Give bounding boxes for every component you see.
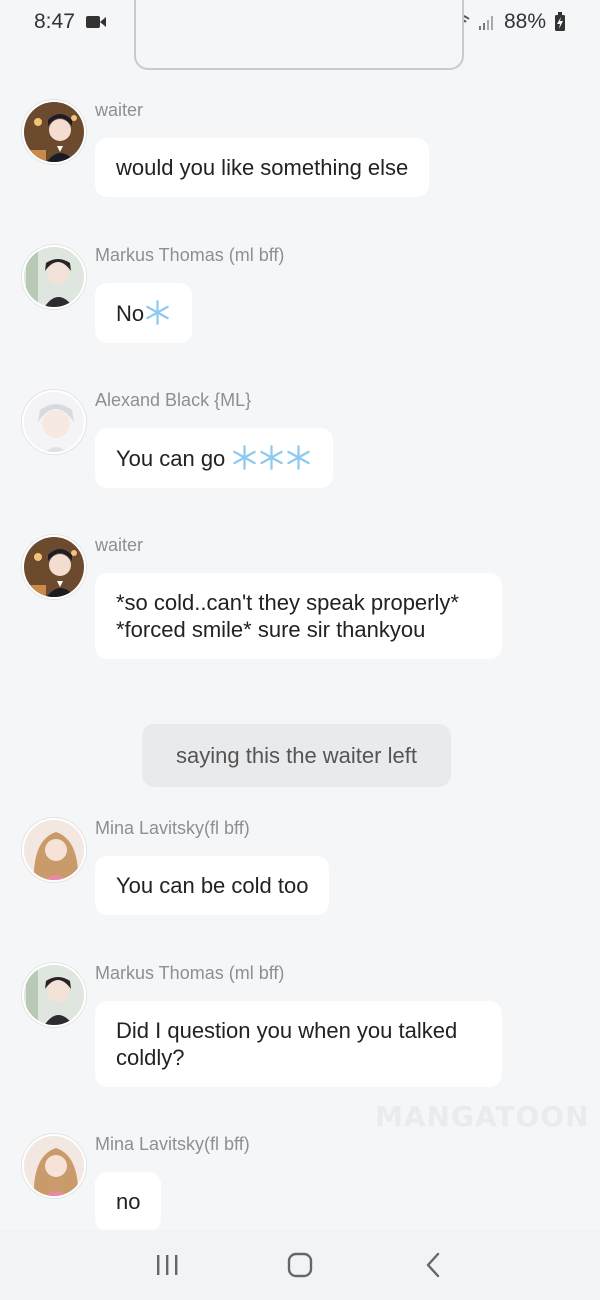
message-text: You can be cold too (116, 873, 309, 898)
sender-name: Alexand Black {ML} (95, 390, 252, 410)
waiter-avatar[interactable] (22, 535, 86, 599)
markus-avatar[interactable] (22, 245, 86, 309)
watermark: MANGATOON (375, 1100, 590, 1133)
sender-name: Mina Lavitsky(fl bff) (95, 818, 250, 838)
message-text: No (116, 301, 145, 326)
mina-avatar[interactable] (22, 818, 86, 882)
navigation-bar (0, 1230, 600, 1300)
home-button[interactable] (270, 1240, 330, 1290)
top-frame (134, 0, 464, 70)
back-icon (427, 1252, 440, 1278)
sender-name: waiter (95, 100, 144, 120)
message-bubble[interactable]: would you like something else (95, 138, 430, 197)
sender-name: Markus Thomas (ml bff) (95, 963, 285, 983)
message-text: *so cold..can't they speak properly* *fo… (116, 590, 459, 642)
message-bubble[interactable]: no (95, 1172, 162, 1231)
message-bubble[interactable]: You can be cold too (95, 856, 330, 915)
narration-text: saying this the waiter left (176, 742, 417, 768)
snowflake-icon (287, 445, 311, 470)
home-icon (287, 1252, 313, 1278)
snowflake-icon (233, 445, 257, 470)
status-time: 8:47 (34, 10, 75, 33)
markus-avatar[interactable] (22, 963, 86, 1027)
recent-apps-button[interactable] (137, 1240, 197, 1290)
message-text: Did I question you when you talked coldl… (116, 1018, 458, 1070)
message-bubble[interactable]: No (95, 283, 193, 343)
back-button[interactable] (403, 1240, 463, 1290)
mina-avatar[interactable] (22, 1134, 86, 1198)
recent-apps-icon (156, 1255, 178, 1275)
snowflake-icon (260, 445, 284, 470)
sender-name: waiter (95, 535, 144, 555)
message-text: You can go (116, 446, 232, 471)
narration-bubble: saying this the waiter left (142, 724, 451, 787)
sender-name: Markus Thomas (ml bff) (95, 245, 285, 265)
video-icon (85, 16, 106, 28)
alexand-avatar[interactable] (22, 390, 86, 454)
message-bubble[interactable]: You can go (95, 428, 334, 488)
signal-icon (478, 16, 493, 30)
message-bubble[interactable]: *so cold..can't they speak properly* *fo… (95, 573, 502, 659)
sender-name: Mina Lavitsky(fl bff) (95, 1134, 250, 1154)
message-text: no (116, 1189, 141, 1214)
battery-percent: 88% (503, 10, 546, 33)
message-text: would you like something else (116, 155, 409, 180)
message-bubble[interactable]: Did I question you when you talked coldl… (95, 1001, 502, 1087)
snowflake-icon (146, 300, 169, 325)
battery-icon (555, 12, 565, 31)
waiter-avatar[interactable] (22, 100, 86, 164)
